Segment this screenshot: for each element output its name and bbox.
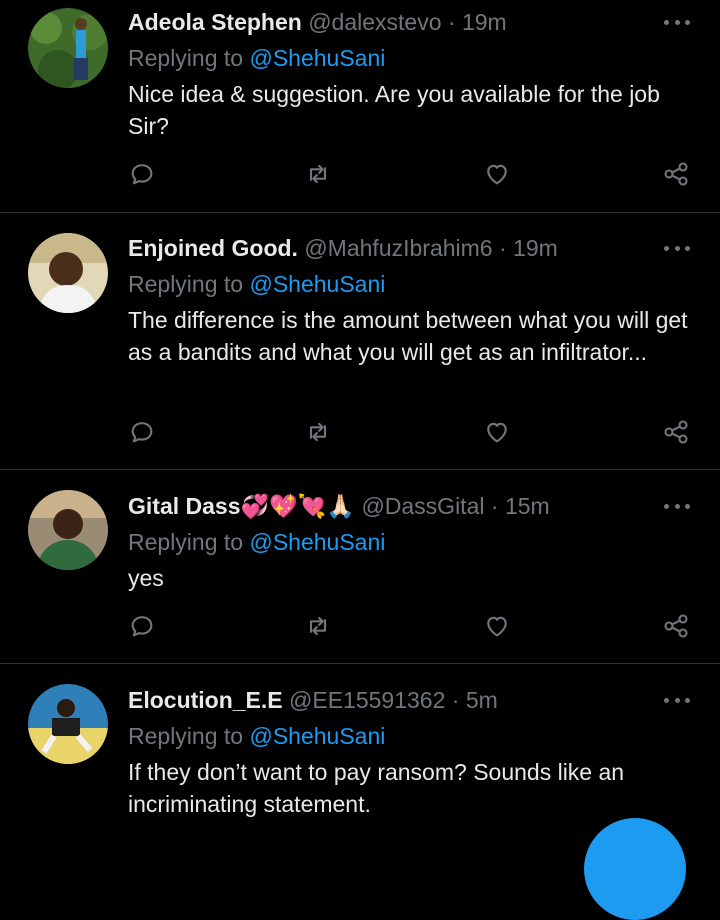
tweet[interactable]: Gital Dass💞💖💘🙏🏻 @DassGital · 15m Replyin… bbox=[0, 470, 720, 664]
mention-link[interactable]: @ShehuSani bbox=[249, 529, 385, 555]
replying-prefix: Replying to bbox=[128, 271, 244, 297]
timestamp[interactable]: 15m bbox=[505, 493, 550, 519]
reply-button[interactable] bbox=[128, 612, 160, 644]
share-icon bbox=[664, 614, 688, 638]
tweet-text: The difference is the amount between wha… bbox=[128, 307, 688, 365]
share-button[interactable] bbox=[662, 612, 694, 644]
share-icon bbox=[664, 162, 688, 186]
retweet-button[interactable] bbox=[304, 160, 336, 192]
tweet-text: If they don’t want to pay ransom? Sounds… bbox=[128, 759, 625, 817]
action-bar bbox=[128, 160, 698, 192]
like-button[interactable] bbox=[483, 160, 515, 192]
replying-prefix: Replying to bbox=[128, 45, 244, 71]
action-bar bbox=[128, 612, 698, 644]
avatar[interactable] bbox=[28, 233, 108, 313]
retweet-button[interactable] bbox=[304, 612, 336, 644]
share-button[interactable] bbox=[662, 418, 694, 450]
replying-to: Replying to @ShehuSani bbox=[128, 526, 700, 558]
replying-prefix: Replying to bbox=[128, 723, 244, 749]
replying-to: Replying to @ShehuSani bbox=[128, 268, 700, 300]
retweet-icon bbox=[309, 616, 327, 636]
separator-dot: · bbox=[498, 235, 507, 261]
reply-icon bbox=[131, 164, 153, 185]
retweet-icon bbox=[309, 164, 327, 184]
avatar[interactable] bbox=[28, 490, 108, 570]
retweet-button[interactable] bbox=[304, 418, 336, 450]
author-name[interactable]: Elocution_E.E bbox=[128, 687, 283, 713]
share-button[interactable] bbox=[662, 160, 694, 192]
replying-to: Replying to @ShehuSani bbox=[128, 720, 700, 752]
more-icon[interactable] bbox=[664, 18, 690, 26]
more-icon[interactable] bbox=[664, 696, 690, 704]
compose-fab[interactable] bbox=[584, 818, 686, 920]
author-handle[interactable]: @MahfuzIbrahim6 bbox=[304, 235, 492, 261]
reply-icon bbox=[131, 422, 153, 443]
author-name[interactable]: Gital Dass💞💖💘🙏🏻 bbox=[128, 493, 355, 519]
reply-icon bbox=[131, 616, 153, 637]
timestamp[interactable]: 19m bbox=[513, 235, 558, 261]
replying-to: Replying to @ShehuSani bbox=[128, 42, 700, 74]
mention-link[interactable]: @ShehuSani bbox=[249, 723, 385, 749]
timestamp[interactable]: 19m bbox=[462, 9, 507, 35]
avatar[interactable] bbox=[28, 684, 108, 764]
author-handle[interactable]: @DassGital bbox=[361, 493, 484, 519]
action-bar bbox=[128, 418, 698, 450]
more-icon[interactable] bbox=[664, 244, 690, 252]
retweet-icon bbox=[309, 422, 327, 442]
separator-dot: · bbox=[447, 9, 456, 35]
timestamp[interactable]: 5m bbox=[466, 687, 498, 713]
separator-dot: · bbox=[451, 687, 460, 713]
author-handle[interactable]: @dalexstevo bbox=[308, 9, 441, 35]
tweet[interactable]: Enjoined Good. @MahfuzIbrahim6 · 19m Rep… bbox=[0, 213, 720, 470]
tweet-text: Nice idea & suggestion. Are you availabl… bbox=[128, 81, 660, 139]
author-name[interactable]: Enjoined Good. bbox=[128, 235, 298, 261]
more-icon[interactable] bbox=[664, 502, 690, 510]
reply-button[interactable] bbox=[128, 418, 160, 450]
reply-button[interactable] bbox=[128, 160, 160, 192]
mention-link[interactable]: @ShehuSani bbox=[249, 271, 385, 297]
tweet[interactable]: Adeola Stephen @dalexstevo · 19m Replyin… bbox=[0, 0, 720, 213]
tweet[interactable]: Elocution_E.E @EE15591362 · 5m Replying … bbox=[0, 664, 720, 847]
heart-icon bbox=[487, 164, 507, 185]
author-name[interactable]: Adeola Stephen bbox=[128, 9, 302, 35]
replying-prefix: Replying to bbox=[128, 529, 244, 555]
heart-icon bbox=[487, 616, 507, 637]
like-button[interactable] bbox=[483, 418, 515, 450]
separator-dot: · bbox=[490, 493, 499, 519]
like-button[interactable] bbox=[483, 612, 515, 644]
heart-icon bbox=[487, 422, 507, 443]
share-icon bbox=[664, 420, 688, 444]
avatar[interactable] bbox=[28, 8, 108, 88]
mention-link[interactable]: @ShehuSani bbox=[249, 45, 385, 71]
tweet-text: yes bbox=[128, 565, 164, 591]
author-handle[interactable]: @EE15591362 bbox=[289, 687, 445, 713]
